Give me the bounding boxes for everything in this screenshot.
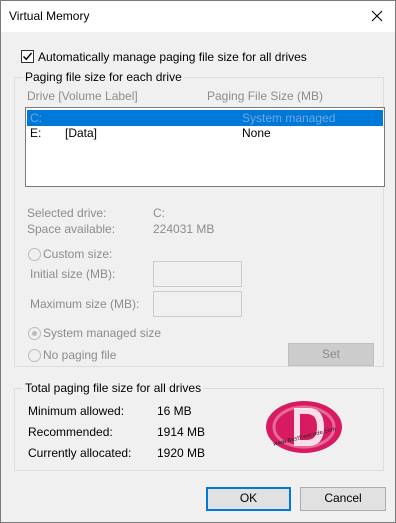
ok-button[interactable]: OK (206, 487, 291, 511)
recommended-label: Recommended: (28, 425, 113, 439)
auto-manage-checkbox[interactable] (21, 50, 34, 63)
auto-manage-label[interactable]: Automatically manage paging file size fo… (38, 50, 307, 64)
space-available-value: 224031 MB (153, 222, 215, 236)
cancel-button[interactable]: Cancel (300, 487, 386, 511)
recommended-value: 1914 MB (157, 425, 206, 439)
watermark-logo: www.Bestfreecode.com (266, 401, 342, 453)
minimum-allowed-value: 16 MB (157, 404, 192, 418)
window-title: Virtual Memory (9, 9, 90, 23)
space-available-label: Space available: (27, 222, 116, 236)
drive-row-c[interactable]: C: System managed (27, 110, 383, 126)
title-bar: Virtual Memory (1, 1, 395, 32)
no-paging-label[interactable]: No paging file (43, 348, 116, 362)
selected-drive-label: Selected drive: (27, 206, 107, 220)
system-managed-label[interactable]: System managed size (43, 326, 161, 340)
virtual-memory-dialog: Virtual Memory Automatically manage pagi… (0, 0, 396, 523)
custom-size-radio[interactable] (28, 248, 41, 261)
system-managed-radio[interactable] (28, 327, 41, 340)
minimum-allowed-label: Minimum allowed: (28, 404, 125, 418)
custom-size-label[interactable]: Custom size: (43, 247, 112, 261)
drive-paging-size: None (242, 126, 271, 140)
maximum-size-input[interactable] (153, 291, 242, 317)
no-paging-radio[interactable] (28, 349, 41, 362)
drive-volume-label: [Data] (65, 126, 98, 140)
column-header-size: Paging File Size (MB) (207, 89, 324, 103)
currently-allocated-label: Currently allocated: (28, 446, 132, 460)
maximum-size-label: Maximum size (MB): (30, 297, 140, 311)
currently-allocated-value: 1920 MB (157, 446, 206, 460)
drives-listbox[interactable]: C: System managed E: [Data] None (25, 107, 385, 187)
drive-letter: E: (30, 126, 42, 140)
drive-paging-size: System managed (242, 111, 336, 125)
initial-size-label: Initial size (MB): (30, 267, 116, 281)
set-button[interactable]: Set (288, 343, 374, 366)
close-icon (371, 10, 383, 22)
drive-letter: C: (30, 111, 42, 125)
drive-row-e[interactable]: E: [Data] None (27, 125, 383, 141)
totals-group-title: Total paging file size for all drives (23, 381, 204, 395)
column-header-drive: Drive [Volume Label] (27, 89, 138, 103)
initial-size-input[interactable] (153, 261, 242, 287)
close-button[interactable] (363, 3, 391, 29)
selected-drive-value: C: (153, 206, 165, 220)
drives-group-title: Paging file size for each drive (23, 70, 184, 84)
checkmark-icon (23, 52, 33, 61)
